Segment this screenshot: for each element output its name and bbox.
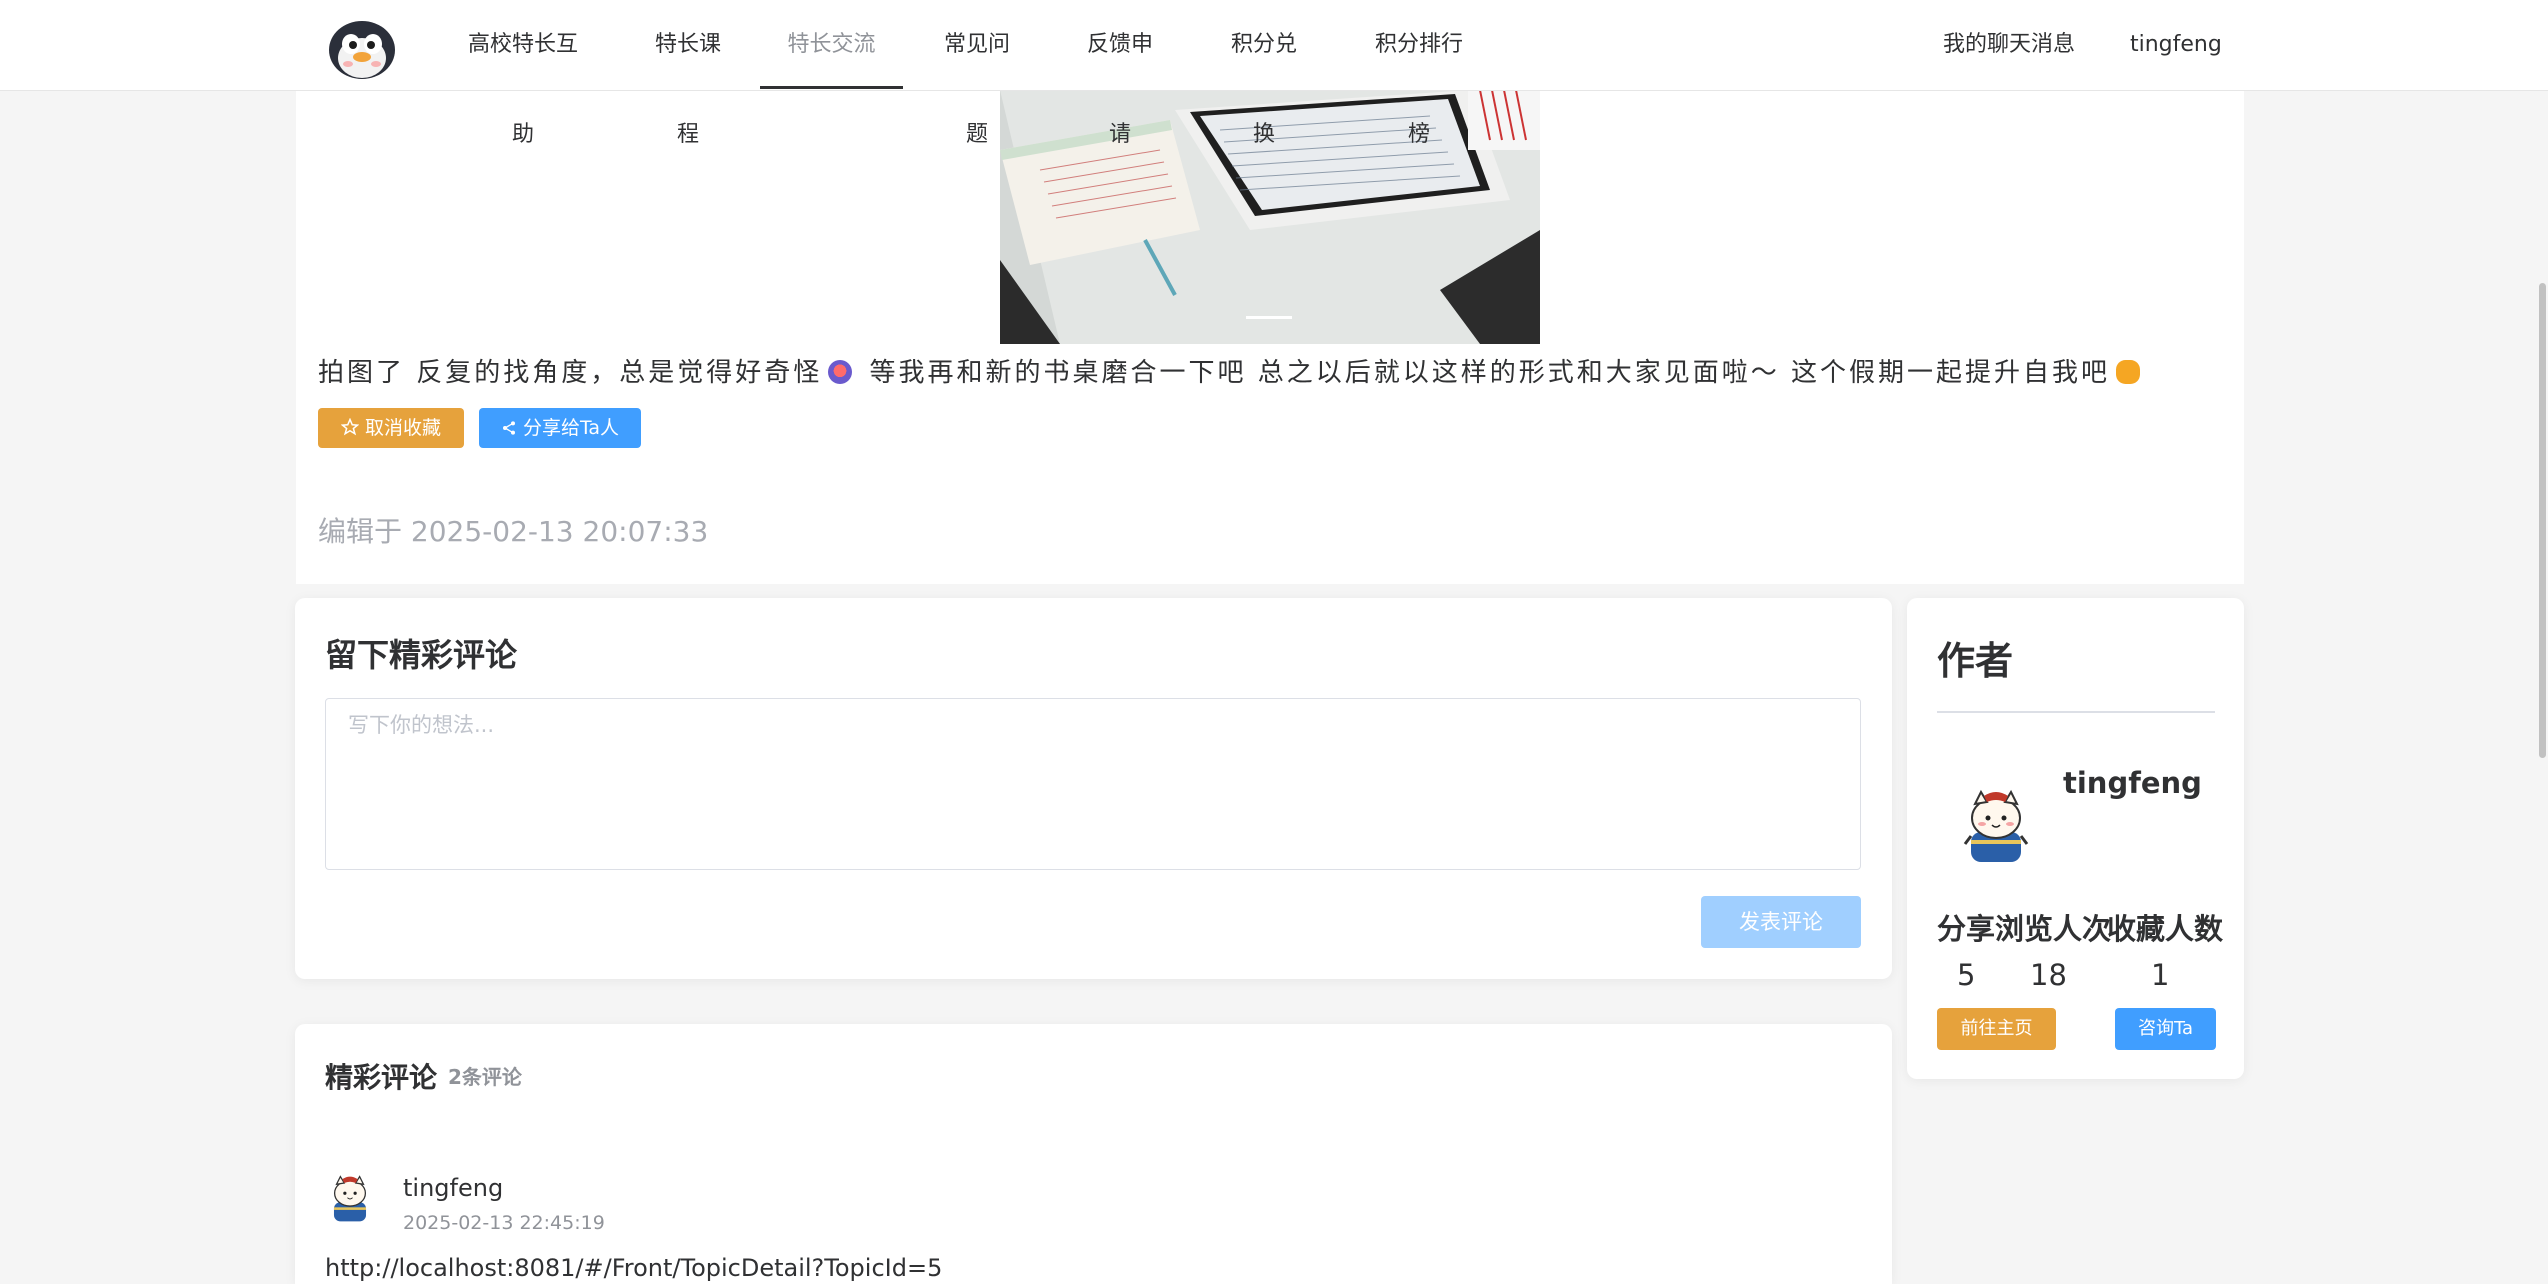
stat-value-views: 18 <box>2030 958 2067 992</box>
consult-button[interactable]: 咨询Ta <box>2115 1008 2216 1050</box>
author-avatar[interactable] <box>1957 788 2035 866</box>
unfavorite-button[interactable]: 取消收藏 <box>318 408 464 448</box>
comments-title: 精彩评论 <box>325 1061 438 1094</box>
commenter-avatar[interactable] <box>325 1174 375 1224</box>
comment-input[interactable] <box>325 698 1861 870</box>
comment-content: http://localhost:8081/#/Front/TopicDetai… <box>325 1254 943 1282</box>
comments-count: 2条评论 <box>448 1065 522 1089</box>
star-icon <box>340 410 360 450</box>
caption-text-part-1: 拍图了 反复的找角度，总是觉得好奇怪 <box>318 358 823 388</box>
nav-item-exchange[interactable]: 特长交流 <box>760 0 903 89</box>
author-card-title: 作者 <box>1937 639 2014 683</box>
comment-editor-title: 留下精彩评论 <box>325 636 518 674</box>
share-button[interactable]: 分享给Ta人 <box>479 408 641 448</box>
nav-item-points-exchange[interactable]: 积分兑换 <box>1221 0 1307 147</box>
stat-value-favorites: 1 <box>2151 958 2170 992</box>
share-icon <box>501 410 517 450</box>
author-divider <box>1937 711 2215 713</box>
nav-item-feedback[interactable]: 反馈申请 <box>1077 0 1163 147</box>
comment-item: tingfeng 2025-02-13 22:45:19 http://loca… <box>325 1134 1825 1284</box>
nav-item-points-ranking[interactable]: 积分排行榜 <box>1365 0 1473 147</box>
author-card: 作者 tingfeng 分享 浏览人次 收藏人数 5 18 1 前往主页 咨询T… <box>1907 598 2244 1079</box>
user-menu[interactable]: tingfeng <box>2130 0 2222 90</box>
post-caption: 拍图了 反复的找角度，总是觉得好奇怪 等我再和新的书桌磨合一下吧 总之以后就以这… <box>318 352 2146 389</box>
comment-time: 2025-02-13 22:45:19 <box>403 1212 605 1234</box>
edited-timestamp: 编辑于 2025-02-13 20:07:33 <box>318 515 709 548</box>
nav-item-mutual-help[interactable]: 高校特长互助 <box>460 0 586 147</box>
nav-item-courses[interactable]: 特长课程 <box>645 0 731 147</box>
comments-card: 精彩评论 2条评论 tingfeng 2025-02-13 22:45:19 h… <box>295 1024 1892 1284</box>
nav-item-faq[interactable]: 常见问题 <box>934 0 1020 147</box>
author-name[interactable]: tingfeng <box>2063 766 2202 800</box>
go-homepage-button[interactable]: 前往主页 <box>1937 1008 2056 1050</box>
comment-editor-card: 留下精彩评论 发表评论 <box>295 598 1892 979</box>
stat-value-shares: 5 <box>1957 958 1976 992</box>
submit-comment-button[interactable]: 发表评论 <box>1701 896 1861 948</box>
top-navbar: 高校特长互助 特长课程 特长交流 常见问题 反馈申请 积分兑换 积分排行榜 我的… <box>0 0 2548 147</box>
unfavorite-label: 取消收藏 <box>364 417 441 439</box>
stat-label-shares: 分享 <box>1937 912 1996 946</box>
page-scrollbar-thumb[interactable] <box>2539 283 2546 758</box>
stat-label-views: 浏览人次 <box>1995 912 2112 946</box>
commenter-name: tingfeng <box>403 1174 504 1202</box>
stat-label-favorites: 收藏人数 <box>2107 912 2224 946</box>
share-label: 分享给Ta人 <box>522 417 620 439</box>
penguin-logo-icon[interactable] <box>326 14 398 80</box>
caption-text-part-2: 等我再和新的书桌磨合一下吧 总之以后就以这样的形式和大家见面啦～ 这个假期一起提… <box>869 358 2111 388</box>
fist-emoji-icon <box>2116 360 2141 384</box>
chat-messages-link[interactable]: 我的聊天消息 <box>1943 0 2075 90</box>
surprised-emoji-icon <box>828 360 853 384</box>
